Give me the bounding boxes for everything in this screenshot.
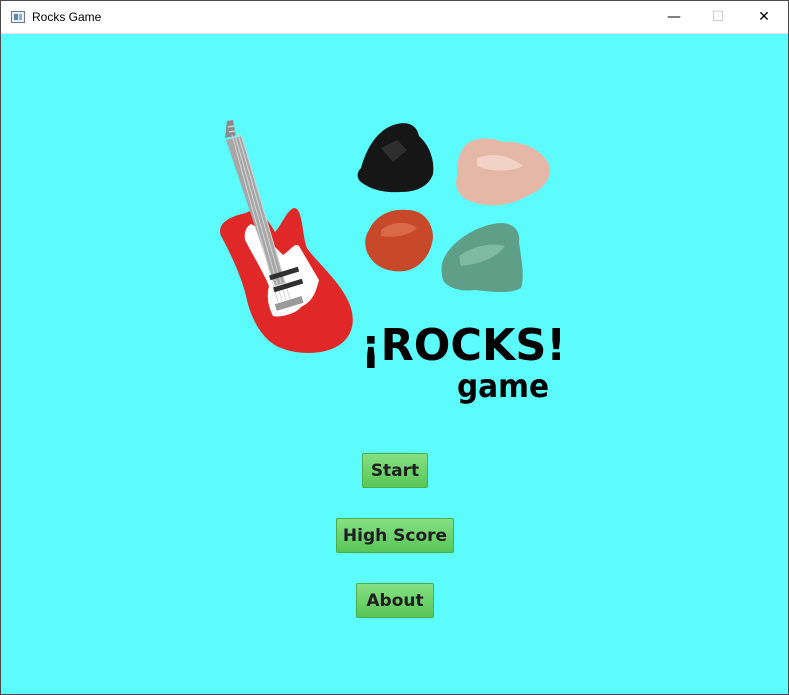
game-title: ¡ROCKS! — [361, 320, 566, 371]
title-bar[interactable]: Rocks Game — ☐ ✕ — [1, 1, 788, 34]
game-subtitle: game — [457, 367, 549, 405]
window-title: Rocks Game — [32, 10, 102, 24]
close-button[interactable]: ✕ — [741, 1, 787, 33]
main-menu-screen: ¡ROCKS! game Start High Score About — [1, 34, 788, 694]
pink-rock-icon — [456, 138, 550, 206]
guitar-icon — [220, 120, 353, 354]
red-rock-icon — [365, 209, 433, 272]
minimize-button[interactable]: — — [651, 1, 697, 33]
app-window: Rocks Game — ☐ ✕ ¡ROCKS! game Start High… — [0, 0, 789, 695]
about-button[interactable]: About — [356, 583, 434, 618]
maximize-button[interactable]: ☐ — [695, 1, 741, 33]
app-icon — [11, 11, 25, 23]
start-button[interactable]: Start — [362, 453, 428, 488]
game-logo: ¡ROCKS! game — [220, 120, 566, 405]
high-score-button[interactable]: High Score — [336, 518, 454, 553]
